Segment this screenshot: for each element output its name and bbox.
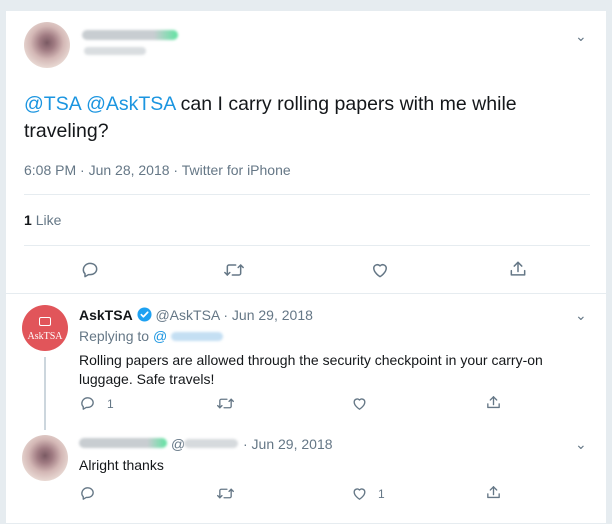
divider (6, 293, 606, 294)
reply2-body: Alright thanks (79, 457, 164, 473)
reply2-date[interactable]: · Jun 29, 2018 (243, 436, 333, 452)
chat-bubble-icon (39, 317, 51, 326)
asktsa-avatar[interactable]: AskTSA (22, 305, 68, 351)
main-tweet-avatar[interactable] (24, 22, 70, 68)
main-tweet-author-name-redacted (82, 30, 178, 40)
replying-to-label: Replying to (79, 328, 150, 344)
reply1-chevron-down-icon[interactable]: ⌄ (575, 307, 587, 324)
reply1-header: AskTSA @AskTSA · Jun 29, 2018 (79, 307, 313, 325)
reply2-chevron-down-icon[interactable]: ⌄ (575, 436, 587, 453)
reply2-avatar[interactable] (22, 435, 68, 481)
replying-to-handle-redacted (171, 332, 223, 341)
thread-line (44, 357, 46, 430)
retweet-icon[interactable] (223, 260, 245, 280)
main-tweet-likes[interactable]: 1 Like (24, 212, 61, 228)
likes-label: Like (35, 212, 62, 228)
reply-icon[interactable] (79, 485, 96, 502)
replying-to-handle[interactable]: @ (153, 328, 167, 344)
conversation-panel: ⌄ @TSA @AskTSA can I carry rolling paper… (5, 10, 607, 524)
reply2-author-name-redacted (79, 438, 167, 448)
reply1-date[interactable]: · Jun 29, 2018 (223, 307, 313, 323)
reply-icon[interactable] (79, 395, 96, 412)
like-icon[interactable] (370, 260, 390, 280)
reply1-author-name[interactable]: AskTSA (79, 307, 133, 323)
retweet-icon[interactable] (216, 395, 235, 412)
divider (24, 194, 590, 195)
divider (24, 245, 590, 246)
like-icon[interactable] (351, 395, 368, 412)
reply1-reply-count: 1 (107, 397, 114, 411)
mention-asktsa[interactable]: @AskTSA (86, 93, 175, 115)
verified-badge-icon (137, 307, 152, 325)
main-tweet-chevron-down-icon[interactable]: ⌄ (575, 28, 587, 45)
reply2-author-handle-redacted (184, 439, 238, 448)
share-icon[interactable] (508, 259, 528, 279)
reply1-replying-to: Replying to @ (79, 328, 167, 344)
main-tweet-author-handle-redacted (84, 47, 146, 55)
share-icon[interactable] (485, 484, 502, 501)
reply1-author-handle[interactable]: @AskTSA (155, 307, 219, 323)
mention-tsa[interactable]: @TSA (24, 93, 81, 115)
reply-icon[interactable] (80, 260, 100, 280)
main-tweet-meta[interactable]: 6:08 PM · Jun 28, 2018 · Twitter for iPh… (24, 162, 291, 178)
reply1-body: Rolling papers are allowed through the s… (79, 352, 543, 387)
main-tweet-text: @TSA @AskTSA can I carry rolling papers … (24, 91, 594, 145)
reply2-like-count: 1 (378, 487, 385, 501)
likes-count: 1 (24, 212, 32, 228)
share-icon[interactable] (485, 394, 502, 411)
retweet-icon[interactable] (216, 485, 235, 502)
asktsa-avatar-text: AskTSA (27, 331, 63, 342)
like-icon[interactable] (351, 485, 368, 502)
